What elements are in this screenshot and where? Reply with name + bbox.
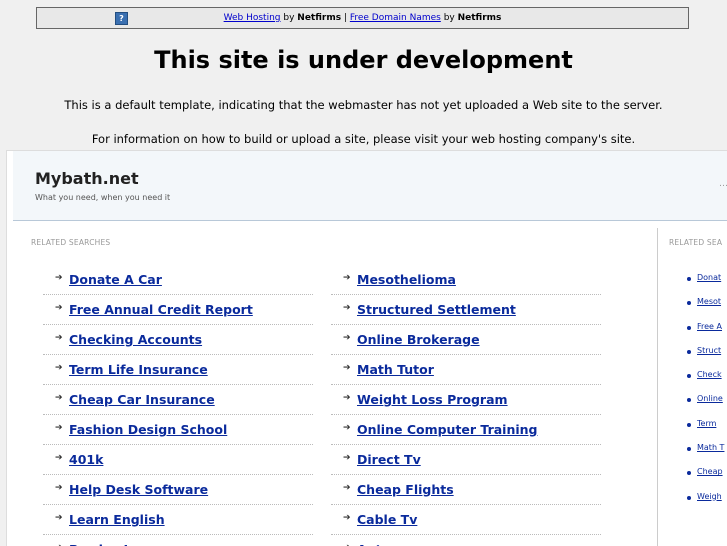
column-divider [657,228,658,546]
related-search-item[interactable]: ➔ Cheap Flights [331,476,601,505]
related-search-link[interactable]: Term Life Insurance [69,362,208,377]
related-search-link[interactable]: Online Brokerage [357,332,480,347]
related-searches-left: ➔ Donate A Car ➔ Free Annual Credit Report ➔… [43,266,313,546]
right-arrow-icon: ➔ [343,303,351,313]
related-search-link[interactable]: Weight Loss Program [357,392,508,407]
related-search-link[interactable]: Cable Tv [357,512,417,527]
by-text: by [440,13,458,23]
right-arrow-icon: ➔ [55,363,63,373]
right-arrow-icon: ➔ [55,393,63,403]
netfirms-brand: Netfirms [457,13,502,23]
related-search-link[interactable]: Cheap Flights [357,482,454,497]
related-search-item[interactable]: ➔ Fashion Design School [43,416,313,445]
right-arrow-icon: ➔ [55,483,63,493]
right-arrow-icon: ➔ [55,333,63,343]
right-arrow-icon: ➔ [343,363,351,373]
sidebar-search-link[interactable]: Check [697,370,722,379]
right-arrow-icon: ➔ [343,273,351,283]
related-search-link[interactable]: Structured Settlement [357,302,516,317]
right-arrow-icon: ➔ [55,513,63,523]
bullet-icon [687,277,691,281]
separator: | [341,13,350,23]
related-search-item[interactable]: ➔ Term Life Insurance [43,356,313,385]
related-search-link[interactable]: Donate A Car [69,272,162,287]
bullet-icon [687,422,691,427]
web-hosting-link[interactable]: Web Hosting [224,13,281,23]
related-search-item[interactable]: ➔ Online Computer Training [331,416,601,445]
parked-page-frame: Mybath.net What you need, when you need … [6,150,727,546]
right-arrow-icon: ➔ [343,423,351,433]
related-search-item[interactable]: ➔ Direct Tv [331,446,601,475]
related-search-link[interactable]: Math Tutor [357,362,434,377]
bullet-icon [687,301,691,306]
site-header: Mybath.net What you need, when you need … [13,151,727,221]
related-search-link[interactable]: Online Computer Training [357,422,538,437]
right-arrow-icon: ➔ [55,453,63,463]
related-search-link[interactable]: Checking Accounts [69,332,202,347]
right-arrow-icon: ➔ [343,483,351,493]
right-arrow-icon: ➔ [55,273,63,283]
related-search-link[interactable]: Learn English [69,512,165,527]
sidebar-search-link[interactable]: Mesot [697,297,721,306]
related-search-link[interactable]: Cheap Car Insurance [69,392,215,407]
right-arrow-icon: ➔ [343,333,351,343]
site-tagline: What you need, when you need it [35,193,171,202]
right-arrow-icon: ➔ [55,423,63,433]
help-icon[interactable]: ? [115,12,128,25]
right-arrow-icon: ➔ [343,453,351,463]
related-search-link[interactable]: Help Desk Software [69,482,208,497]
truncated-header-text: … [719,179,727,189]
related-search-item[interactable]: ➔ Structured Settlement [331,296,601,325]
related-searches-label: RELATED SEARCHES [31,238,111,247]
bullet-icon [687,471,691,476]
right-arrow-icon: ➔ [343,513,351,523]
sidebar-search-link[interactable]: Math T [697,443,724,452]
bullet-icon [687,349,691,354]
related-search-item[interactable]: ➔ Mesothelioma [331,266,601,295]
hosting-banner: ? Web Hosting by Netfirms | Free Domain … [36,7,689,29]
related-search-item[interactable]: ➔ Math Tutor [331,356,601,385]
related-search-link[interactable]: Fashion Design School [69,422,227,437]
sidebar-search-link[interactable]: Weigh [697,492,722,501]
related-search-link[interactable]: 401k [69,452,103,467]
related-search-link[interactable]: Autos [357,542,398,546]
netfirms-brand: Netfirms [297,13,342,23]
bullet-icon [687,374,691,379]
bullet-icon [687,398,691,403]
right-arrow-icon: ➔ [343,393,351,403]
site-title[interactable]: Mybath.net [35,169,139,188]
sidebar-search-link[interactable]: Donat [697,273,721,282]
info-text-2: For information on how to build or uploa… [91,132,636,146]
related-search-link[interactable]: Free Annual Credit Report [69,302,253,317]
related-search-link[interactable]: Payday Loan [69,542,157,546]
related-search-item[interactable]: ➔ Donate A Car [43,266,313,295]
info-text-1: This is a default template, indicating t… [64,98,663,112]
sidebar-search-link[interactable]: Cheap [697,467,723,476]
sidebar-search-link[interactable]: Online [697,394,723,403]
by-text: by [280,13,298,23]
bullet-icon [687,325,691,330]
related-search-item[interactable]: ➔ Cable Tv [331,506,601,535]
related-search-link[interactable]: Mesothelioma [357,272,456,287]
free-domain-names-link[interactable]: Free Domain Names [350,13,441,23]
right-arrow-icon: ➔ [55,303,63,313]
bullet-icon [687,495,691,500]
related-search-item[interactable]: ➔ 401k [43,446,313,475]
page-headline: This site is under development [154,46,573,74]
related-search-item[interactable]: ➔ Cheap Car Insurance [43,386,313,415]
related-search-item[interactable]: ➔ Online Brokerage [331,326,601,355]
related-search-item[interactable]: ➔ Learn English [43,506,313,535]
bullet-icon [687,447,691,452]
related-search-item[interactable]: ➔ Checking Accounts [43,326,313,355]
related-search-link[interactable]: Direct Tv [357,452,421,467]
related-search-item[interactable]: ➔ Weight Loss Program [331,386,601,415]
sidebar-related-searches-label: RELATED SEA [669,238,723,247]
sidebar-search-link[interactable]: Struct [697,346,721,355]
related-search-item[interactable]: ➔ Free Annual Credit Report [43,296,313,325]
related-searches-right: ➔ Mesothelioma ➔ Structured Settlement ➔ Onli… [331,266,601,546]
related-search-item[interactable]: ➔ Help Desk Software [43,476,313,505]
sidebar-search-link[interactable]: Term [697,419,716,428]
sidebar-search-link[interactable]: Free A [697,322,722,331]
